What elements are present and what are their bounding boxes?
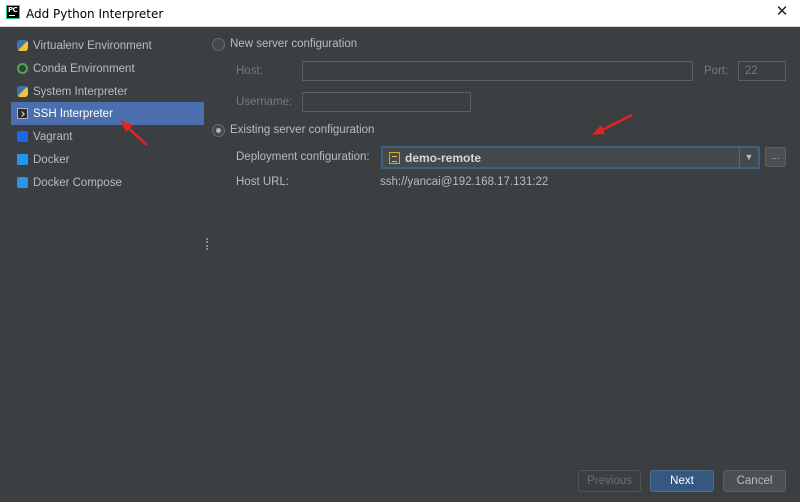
annotation-arrow-combo	[592, 113, 633, 135]
existing-server-radio[interactable]	[212, 124, 225, 137]
python-icon	[17, 86, 28, 97]
sidebar-item-label: System Interpreter	[33, 85, 128, 98]
interpreter-type-list: Virtualenv Environment Conda Environment…	[0, 27, 205, 502]
previous-button[interactable]: Previous	[578, 470, 641, 492]
deployment-config-value: demo-remote	[405, 151, 482, 165]
host-label: Host:	[236, 65, 263, 77]
sidebar-item-label: Docker Compose	[33, 176, 122, 189]
sidebar-item-label: Virtualenv Environment	[33, 39, 152, 52]
host-url-value: ssh://yancai@192.168.17.131:22	[380, 176, 549, 188]
deployment-config-label: Deployment configuration:	[236, 151, 370, 163]
cancel-button[interactable]: Cancel	[723, 470, 786, 492]
docker-icon	[17, 154, 28, 165]
port-label: Port:	[704, 65, 729, 77]
panel-splitter[interactable]	[206, 238, 208, 250]
deployment-config-select[interactable]: demo-remote ▼	[381, 146, 760, 169]
sidebar-item-label: SSH Interpreter	[33, 107, 113, 120]
pycharm-logo-icon: PC	[6, 5, 20, 19]
conda-icon	[17, 63, 28, 74]
sidebar-item-docker-compose[interactable]: Docker Compose	[11, 171, 204, 194]
deployment-file-icon	[389, 152, 400, 164]
sidebar-item-label: Conda Environment	[33, 62, 135, 75]
port-input[interactable]: 22	[738, 61, 786, 81]
sidebar-item-docker[interactable]: Docker	[11, 148, 204, 171]
vagrant-icon	[17, 131, 28, 142]
window-title: Add Python Interpreter	[26, 7, 164, 21]
host-url-label: Host URL:	[236, 176, 290, 188]
username-input[interactable]	[302, 92, 471, 112]
sidebar-item-virtualenv[interactable]: Virtualenv Environment	[11, 34, 204, 57]
virtualenv-icon	[17, 40, 28, 51]
docker-compose-icon	[17, 177, 28, 188]
next-button[interactable]: Next	[650, 470, 714, 492]
new-server-radio[interactable]	[212, 38, 225, 51]
new-server-label: New server configuration	[230, 38, 358, 50]
chevron-down-icon[interactable]: ▼	[743, 150, 755, 165]
sidebar-item-label: Vagrant	[33, 130, 73, 143]
sidebar-item-system-interpreter[interactable]: System Interpreter	[11, 80, 204, 103]
sidebar-item-ssh-interpreter[interactable]: SSH Interpreter	[11, 102, 204, 125]
title-bar: PC Add Python Interpreter ✕	[0, 0, 800, 27]
sidebar-item-label: Docker	[33, 153, 70, 166]
host-input[interactable]	[302, 61, 693, 81]
sidebar-item-vagrant[interactable]: Vagrant	[11, 125, 204, 148]
ssh-terminal-icon	[17, 108, 28, 119]
existing-server-label: Existing server configuration	[230, 124, 375, 136]
browse-deployment-button[interactable]: ...	[765, 147, 786, 167]
username-label: Username:	[236, 96, 293, 108]
sidebar-item-conda[interactable]: Conda Environment	[11, 57, 204, 80]
close-icon[interactable]: ✕	[774, 4, 790, 20]
